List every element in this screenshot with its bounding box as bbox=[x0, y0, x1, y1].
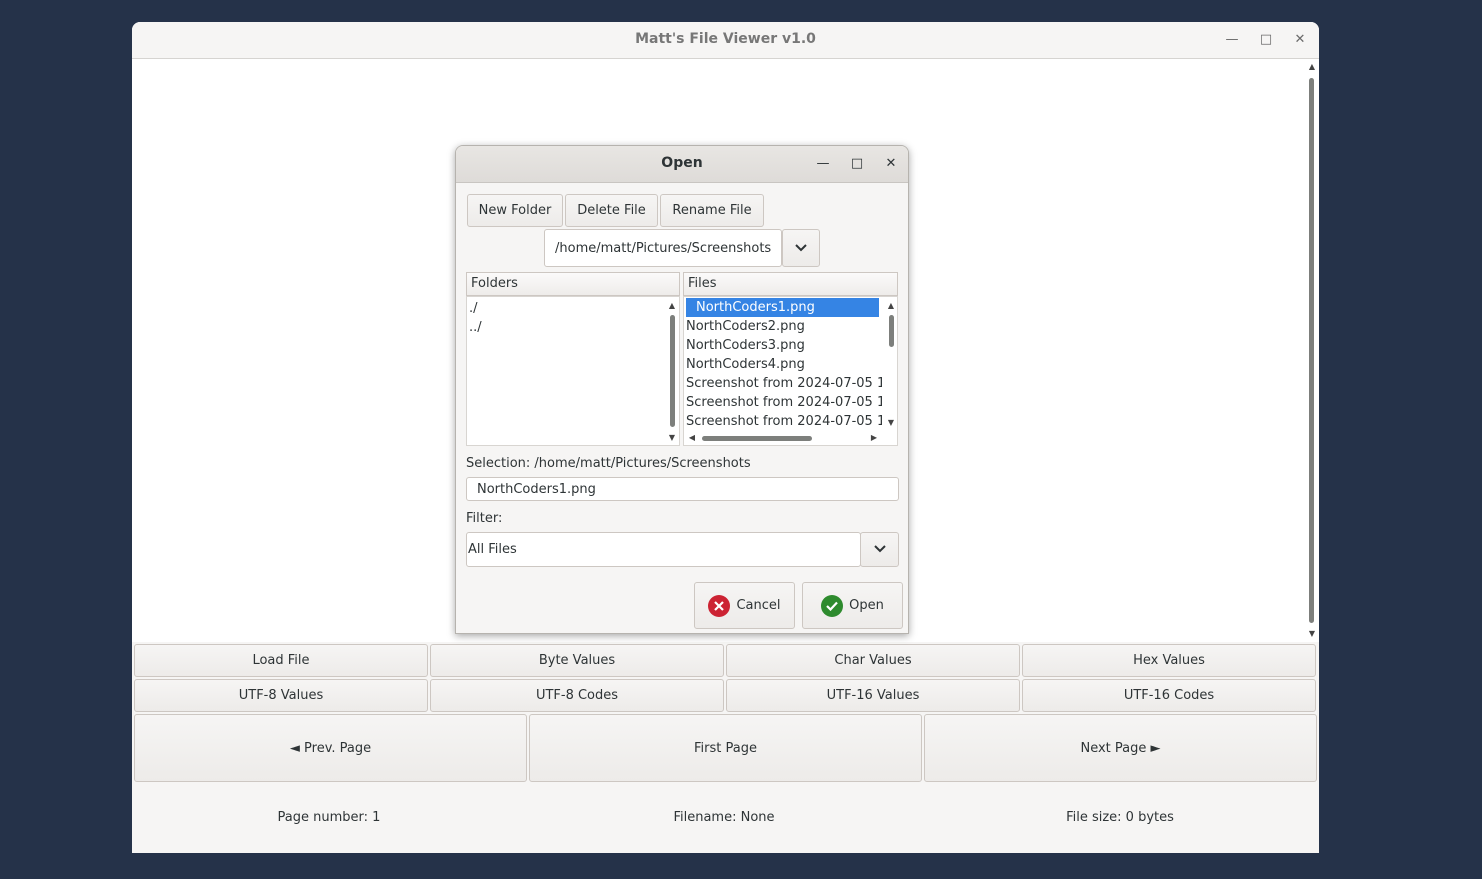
page-number-label: Page number: 1 bbox=[277, 810, 381, 825]
content-scrollbar[interactable]: ▲ ▼ bbox=[1304, 59, 1319, 642]
file-size-label: File size: 0 bytes bbox=[1066, 810, 1174, 825]
folder-item[interactable]: ../ bbox=[469, 318, 659, 337]
scrollbar-thumb[interactable] bbox=[1309, 78, 1314, 623]
dialog-title: Open bbox=[661, 155, 703, 171]
char-values-button[interactable]: Char Values bbox=[726, 644, 1020, 677]
scroll-up-icon[interactable]: ▲ bbox=[886, 301, 896, 311]
files-header[interactable]: Files bbox=[683, 272, 898, 296]
delete-file-button[interactable]: Delete File bbox=[565, 194, 658, 227]
dialog-maximize-icon[interactable]: □ bbox=[847, 154, 867, 174]
scroll-down-icon[interactable]: ▼ bbox=[886, 418, 896, 428]
folder-item[interactable]: ./ bbox=[469, 299, 659, 318]
filter-dropdown-button[interactable] bbox=[860, 532, 899, 567]
utf16-values-button[interactable]: UTF-16 Values bbox=[726, 679, 1020, 712]
path-value: /home/matt/Pictures/Screenshots bbox=[555, 240, 772, 256]
rename-file-button[interactable]: Rename File bbox=[660, 194, 764, 227]
chevron-down-icon bbox=[873, 542, 886, 557]
scroll-up-icon[interactable]: ▲ bbox=[667, 301, 677, 311]
main-titlebar[interactable]: Matt's File Viewer v1.0 — □ ✕ bbox=[132, 22, 1319, 59]
file-item[interactable]: Screenshot from 2024-07-05 1 bbox=[686, 393, 882, 412]
maximize-icon[interactable]: □ bbox=[1256, 30, 1276, 50]
byte-values-button[interactable]: Byte Values bbox=[430, 644, 724, 677]
files-vscroll-thumb[interactable] bbox=[889, 315, 894, 347]
first-page-button[interactable]: First Page bbox=[529, 714, 922, 782]
selection-input[interactable]: NorthCoders1.png bbox=[466, 477, 899, 501]
prev-page-button[interactable]: ◄ Prev. Page bbox=[134, 714, 527, 782]
file-item[interactable]: NorthCoders4.png bbox=[686, 355, 882, 374]
folders-header[interactable]: Folders bbox=[466, 272, 680, 296]
utf16-codes-button[interactable]: UTF-16 Codes bbox=[1022, 679, 1316, 712]
open-dialog: Open — □ ✕ New Folder Delete File Rename… bbox=[455, 145, 909, 634]
file-item-selected[interactable]: NorthCoders1.png bbox=[686, 298, 879, 317]
dialog-close-icon[interactable]: ✕ bbox=[881, 154, 901, 174]
window-title: Matt's File Viewer v1.0 bbox=[635, 31, 816, 47]
utf8-codes-button[interactable]: UTF-8 Codes bbox=[430, 679, 724, 712]
file-item[interactable]: NorthCoders3.png bbox=[686, 336, 882, 355]
scroll-down-icon[interactable]: ▼ bbox=[667, 433, 677, 443]
dialog-titlebar[interactable]: Open — □ ✕ bbox=[456, 146, 908, 183]
scroll-left-icon[interactable]: ◀ bbox=[687, 433, 697, 443]
path-dropdown-button[interactable] bbox=[782, 229, 820, 267]
cancel-button[interactable]: Cancel bbox=[694, 582, 795, 629]
filter-combo[interactable]: All Files bbox=[466, 532, 861, 567]
close-icon[interactable]: ✕ bbox=[1290, 30, 1310, 50]
file-item[interactable]: Screenshot from 2024-07-05 1 bbox=[686, 374, 882, 393]
selection-label: Selection: /home/matt/Pictures/Screensho… bbox=[466, 456, 751, 471]
folders-list[interactable]: ./ ../ ▲ ▼ bbox=[466, 296, 680, 446]
filter-label: Filter: bbox=[466, 511, 503, 526]
path-combo[interactable]: /home/matt/Pictures/Screenshots bbox=[544, 229, 782, 267]
files-hscroll-thumb[interactable] bbox=[702, 436, 812, 441]
filename-label: Filename: None bbox=[673, 810, 775, 825]
scroll-down-icon[interactable]: ▼ bbox=[1307, 629, 1317, 639]
hex-values-button[interactable]: Hex Values bbox=[1022, 644, 1316, 677]
scroll-up-icon[interactable]: ▲ bbox=[1307, 62, 1317, 72]
new-folder-button[interactable]: New Folder bbox=[467, 194, 563, 227]
next-page-button[interactable]: Next Page ► bbox=[924, 714, 1317, 782]
dialog-minimize-icon[interactable]: — bbox=[813, 154, 833, 174]
file-item[interactable]: NorthCoders2.png bbox=[686, 317, 882, 336]
utf8-values-button[interactable]: UTF-8 Values bbox=[134, 679, 428, 712]
load-file-button[interactable]: Load File bbox=[134, 644, 428, 677]
file-item[interactable]: Screenshot from 2024-07-05 1 bbox=[686, 412, 882, 431]
cancel-icon bbox=[708, 594, 731, 617]
check-icon bbox=[821, 594, 844, 617]
open-button[interactable]: Open bbox=[802, 582, 903, 629]
scroll-right-icon[interactable]: ▶ bbox=[869, 433, 879, 443]
minimize-icon[interactable]: — bbox=[1222, 30, 1242, 50]
folders-scrollbar-thumb[interactable] bbox=[670, 315, 675, 427]
chevron-down-icon bbox=[795, 241, 807, 256]
files-list[interactable]: NorthCoders1.png NorthCoders2.png NorthC… bbox=[683, 296, 898, 446]
